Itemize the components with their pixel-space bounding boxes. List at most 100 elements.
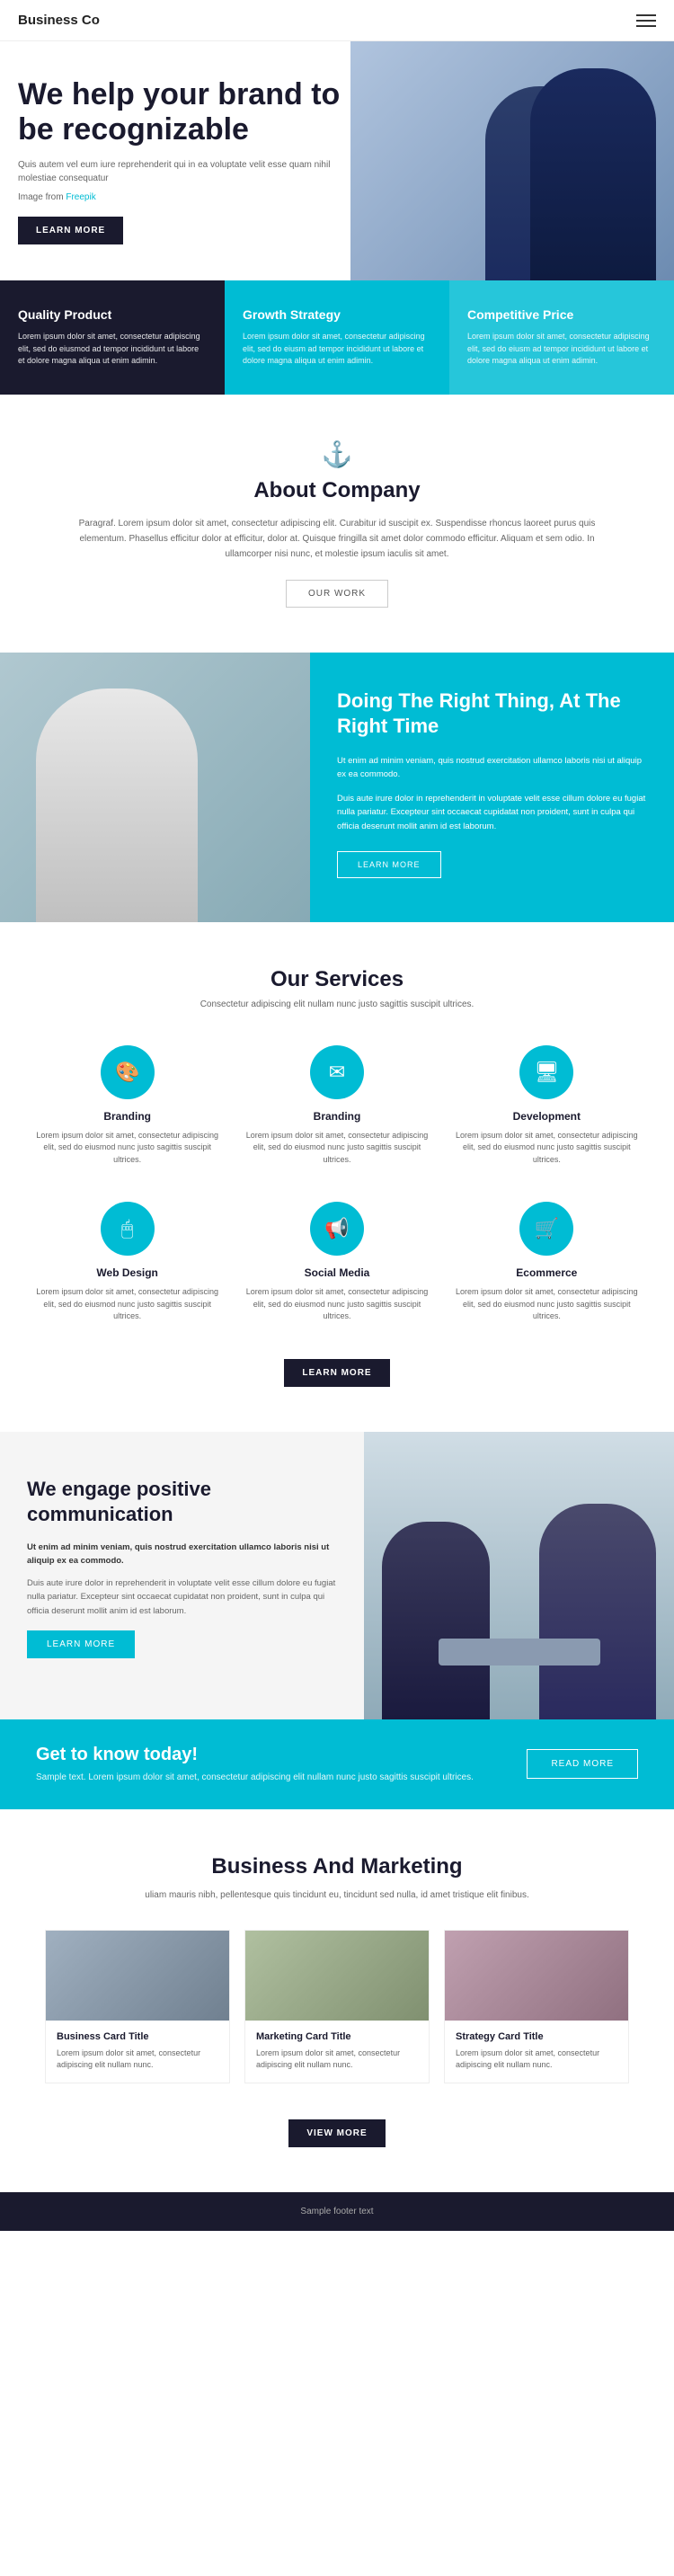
get-to-know-desc: Sample text. Lorem ipsum dolor sit amet,… <box>36 1771 474 1784</box>
feature-quality-desc: Lorem ipsum dolor sit amet, consectetur … <box>18 331 207 368</box>
biz-marketing-cta-button[interactable]: VIEW MORE <box>288 2119 385 2147</box>
service-branding2-desc: Lorem ipsum dolor sit amet, consectetur … <box>245 1130 428 1167</box>
man-figure <box>36 688 198 922</box>
comm-text: We engage positive communication Ut enim… <box>0 1432 364 1719</box>
get-to-know-title: Get to know today! <box>36 1745 474 1765</box>
biz-card-1-title: Marketing Card Title <box>256 2031 418 2042</box>
biz-card-2: Strategy Card Title Lorem ipsum dolor si… <box>444 1930 629 2083</box>
right-thing-image <box>0 653 310 922</box>
meeting-visual <box>364 1432 674 1719</box>
service-item-ecommerce: 🛒 Ecommerce Lorem ipsum dolor sit amet, … <box>447 1193 647 1332</box>
hero-description: Quis autem vel eum iure reprehenderit qu… <box>18 158 359 185</box>
development-icon: 🖥 <box>519 1045 573 1099</box>
meeting-person1 <box>382 1522 490 1719</box>
about-section: ⚓ About Company Paragraf. Lorem ipsum do… <box>0 395 674 653</box>
communication-section: We engage positive communication Ut enim… <box>0 1432 674 1719</box>
biz-card-0-image <box>46 1931 229 2021</box>
hamburger-menu[interactable] <box>636 14 656 27</box>
biz-marketing-section: Business And Marketing uliam mauris nibh… <box>0 1809 674 2192</box>
meeting-table <box>439 1639 600 1666</box>
ecommerce-icon: 🛒 <box>519 1202 573 1256</box>
feature-growth-desc: Lorem ipsum dolor sit amet, consectetur … <box>243 331 431 368</box>
about-body: Paragraf. Lorem ipsum dolor sit amet, co… <box>72 516 602 562</box>
get-to-know-cta-button[interactable]: READ MORE <box>527 1749 638 1779</box>
biz-card-2-title: Strategy Card Title <box>456 2031 617 2042</box>
freepik-link[interactable]: Freepik <box>66 192 95 202</box>
service-item-webdesign: 🖱 Web Design Lorem ipsum dolor sit amet,… <box>27 1193 227 1332</box>
service-branding2-title: Branding <box>245 1110 428 1123</box>
comm-body-para: Duis aute irure dolor in reprehenderit i… <box>27 1577 337 1618</box>
service-development-desc: Lorem ipsum dolor sit amet, consectetur … <box>456 1130 638 1167</box>
footer: Sample footer text <box>0 2192 674 2231</box>
right-thing-para1: Ut enim ad minim veniam, quis nostrud ex… <box>337 754 647 781</box>
feature-price-desc: Lorem ipsum dolor sit amet, consectetur … <box>467 331 656 368</box>
feature-price: Competitive Price Lorem ipsum dolor sit … <box>449 280 674 395</box>
service-socialmedia-desc: Lorem ipsum dolor sit amet, consectetur … <box>245 1286 428 1323</box>
services-cta-button[interactable]: LEARN MORE <box>284 1359 389 1387</box>
biz-marketing-title: Business And Marketing <box>45 1854 629 1879</box>
biz-card-2-desc: Lorem ipsum dolor sit amet, consectetur … <box>456 2047 617 2072</box>
service-socialmedia-title: Social Media <box>245 1266 428 1279</box>
biz-card-2-image <box>445 1931 628 2021</box>
image-credit: Image from Freepik <box>18 191 359 204</box>
feature-price-title: Competitive Price <box>467 307 656 322</box>
hero-cta-button[interactable]: LEARN MORE <box>18 217 123 244</box>
right-thing-section: Doing The Right Thing, At The Right Time… <box>0 653 674 922</box>
service-item-socialmedia: 📢 Social Media Lorem ipsum dolor sit ame… <box>236 1193 437 1332</box>
about-cta-button[interactable]: OUR WORK <box>286 580 388 608</box>
service-item-branding1: 🎨 Branding Lorem ipsum dolor sit amet, c… <box>27 1036 227 1176</box>
biz-marketing-subtitle: uliam mauris nibh, pellentesque quis tin… <box>45 1888 629 1903</box>
service-webdesign-title: Web Design <box>36 1266 218 1279</box>
biz-card-1-body: Marketing Card Title Lorem ipsum dolor s… <box>245 2021 429 2083</box>
biz-card-1: Marketing Card Title Lorem ipsum dolor s… <box>244 1930 430 2083</box>
biz-card-0: Business Card Title Lorem ipsum dolor si… <box>45 1930 230 2083</box>
hero-image <box>350 41 674 280</box>
hero-people-visual <box>350 41 674 280</box>
feature-quality-title: Quality Product <box>18 307 207 322</box>
branding1-icon: 🎨 <box>101 1045 155 1099</box>
service-ecommerce-desc: Lorem ipsum dolor sit amet, consectetur … <box>456 1286 638 1323</box>
comm-title: We engage positive communication <box>27 1477 337 1528</box>
right-thing-title: Doing The Right Thing, At The Right Time <box>337 688 647 740</box>
get-to-know-text: Get to know today! Sample text. Lorem ip… <box>36 1745 474 1784</box>
service-item-development: 🖥 Development Lorem ipsum dolor sit amet… <box>447 1036 647 1176</box>
about-title: About Company <box>72 478 602 503</box>
comm-bold-para: Ut enim ad minim veniam, quis nostrud ex… <box>27 1541 337 1568</box>
hero-heading: We help your brand to be recognizable <box>18 77 359 147</box>
branding2-icon: ✉ <box>310 1045 364 1099</box>
services-subtitle: Consectetur adipiscing elit nullam nunc … <box>27 999 647 1009</box>
get-to-know-section: Get to know today! Sample text. Lorem ip… <box>0 1719 674 1809</box>
biz-card-0-body: Business Card Title Lorem ipsum dolor si… <box>46 2021 229 2083</box>
webdesign-icon: 🖱 <box>101 1202 155 1256</box>
person-male-figure <box>530 68 656 280</box>
right-thing-text: Doing The Right Thing, At The Right Time… <box>310 653 674 922</box>
services-section: Our Services Consectetur adipiscing elit… <box>0 922 674 1432</box>
feature-quality: Quality Product Lorem ipsum dolor sit am… <box>0 280 225 395</box>
services-title: Our Services <box>27 967 647 992</box>
biz-cards-grid: Business Card Title Lorem ipsum dolor si… <box>45 1930 629 2083</box>
biz-card-1-image <box>245 1931 429 2021</box>
comm-cta-button[interactable]: LEARN MORE <box>27 1630 135 1658</box>
features-section: Quality Product Lorem ipsum dolor sit am… <box>0 280 674 395</box>
hero-section: We help your brand to be recognizable Qu… <box>0 41 674 280</box>
service-development-title: Development <box>456 1110 638 1123</box>
right-thing-para2: Duis aute irure dolor in reprehenderit i… <box>337 792 647 833</box>
feature-growth: Growth Strategy Lorem ipsum dolor sit am… <box>225 280 449 395</box>
biz-card-2-body: Strategy Card Title Lorem ipsum dolor si… <box>445 2021 628 2083</box>
service-branding1-desc: Lorem ipsum dolor sit amet, consectetur … <box>36 1130 218 1167</box>
socialmedia-icon: 📢 <box>310 1202 364 1256</box>
anchor-icon: ⚓ <box>72 440 602 469</box>
comm-image <box>364 1432 674 1719</box>
footer-text: Sample footer text <box>14 2207 660 2216</box>
right-thing-cta-button[interactable]: LEARN MORE <box>337 851 441 878</box>
service-branding1-title: Branding <box>36 1110 218 1123</box>
service-item-branding2: ✉ Branding Lorem ipsum dolor sit amet, c… <box>236 1036 437 1176</box>
site-logo: Business Co <box>18 13 100 28</box>
service-webdesign-desc: Lorem ipsum dolor sit amet, consectetur … <box>36 1286 218 1323</box>
biz-card-0-desc: Lorem ipsum dolor sit amet, consectetur … <box>57 2047 218 2072</box>
header: Business Co <box>0 0 674 41</box>
feature-growth-title: Growth Strategy <box>243 307 431 322</box>
hero-text: We help your brand to be recognizable Qu… <box>18 77 359 244</box>
biz-card-1-desc: Lorem ipsum dolor sit amet, consectetur … <box>256 2047 418 2072</box>
services-grid: 🎨 Branding Lorem ipsum dolor sit amet, c… <box>27 1036 647 1332</box>
